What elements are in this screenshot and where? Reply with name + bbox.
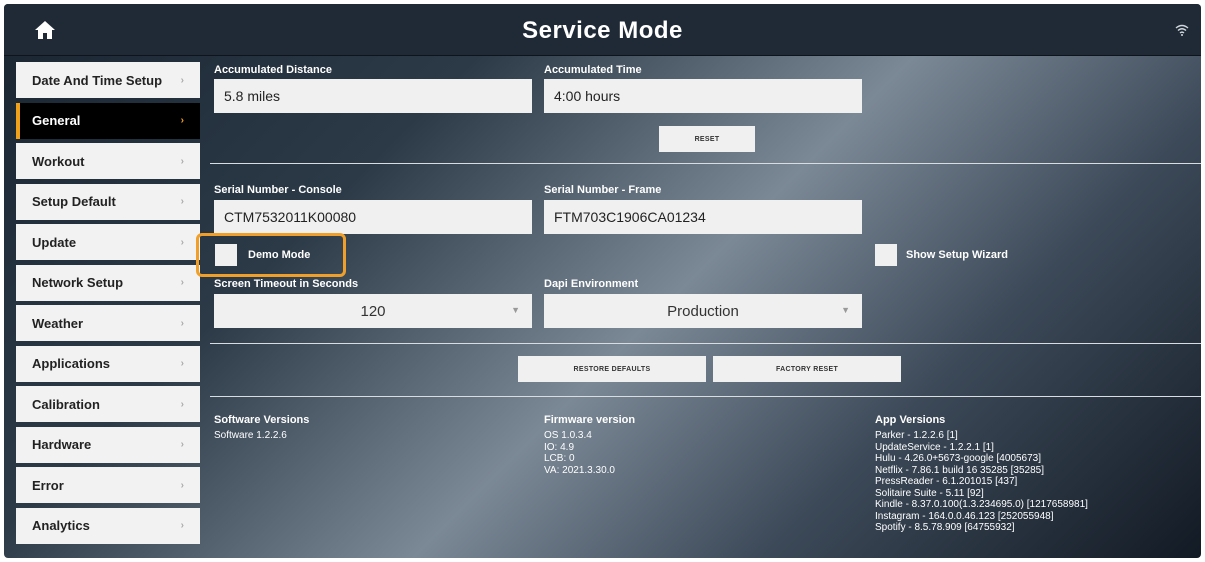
- sidebar-item-label: Weather: [32, 315, 84, 331]
- divider: [210, 343, 1201, 344]
- version-line: Instagram - 164.0.0.46.123 [252055948]: [875, 510, 1054, 522]
- sidebar-item-label: Network Setup: [32, 275, 124, 290]
- sidebar-item-label: Hardware: [32, 437, 92, 452]
- version-line: Netflix - 7.86.1 build 16 35285 [35285]: [875, 464, 1045, 476]
- sidebar-item-general[interactable]: General ›: [16, 102, 200, 139]
- sidebar-item-label: Setup Default: [32, 194, 116, 209]
- sidebar-item-error[interactable]: Error ›: [16, 467, 200, 503]
- chevron-right-icon: ›: [180, 236, 184, 248]
- app-versions-list: Parker - 1.2.2.6 [1] UpdateService - 1.2.…: [875, 430, 1088, 534]
- sidebar-item-applications[interactable]: Applications ›: [16, 345, 200, 382]
- chevron-right-icon: ›: [180, 479, 184, 491]
- serial-frame-label: Serial Number - Frame: [544, 184, 662, 196]
- version-line: VA: 2021.3.30.0: [544, 464, 615, 476]
- sidebar-item-analytics[interactable]: Analytics ›: [16, 507, 200, 544]
- version-line: Kindle - 8.37.0.100(1.3.234695.0) [12176…: [875, 499, 1088, 510]
- screen-timeout-label: Screen Timeout in Seconds: [214, 278, 359, 290]
- serial-console-label: Serial Number - Console: [214, 184, 342, 196]
- chevron-right-icon: ›: [180, 520, 184, 531]
- firmware-version-list: OS 1.0.3.4 IO: 4.9 LCB: 0 VA: 2021.3.30.0: [544, 430, 615, 476]
- version-line: Solitaire Suite - 5.11 [92]: [875, 487, 984, 499]
- dapi-environment-label: Dapi Environment: [544, 278, 639, 290]
- screen-timeout-value: 120: [360, 302, 386, 320]
- serial-frame-field[interactable]: FTM703C1906CA01234: [544, 200, 862, 234]
- sidebar-item-setup-default[interactable]: Setup Default ›: [16, 183, 200, 220]
- version-line: IO: 4.9: [544, 441, 575, 453]
- sidebar-item-weather[interactable]: Weather ›: [16, 305, 200, 341]
- sidebar-item-workout[interactable]: Workout ›: [16, 143, 200, 179]
- dapi-environment-select[interactable]: Production ▼: [544, 294, 862, 328]
- top-bar: Service Mode: [4, 4, 1201, 56]
- chevron-down-icon: ▼: [841, 305, 850, 315]
- software-versions-title: Software Versions: [214, 414, 310, 426]
- accumulated-distance-label: Accumulated Distance: [214, 64, 332, 76]
- app-versions-title: App Versions: [875, 414, 946, 426]
- chevron-right-icon: ›: [180, 277, 184, 288]
- sidebar-item-update[interactable]: Update ›: [16, 224, 200, 260]
- wifi-icon: [1175, 24, 1189, 36]
- sidebar-item-label: General: [32, 113, 81, 128]
- chevron-right-icon: ›: [180, 358, 184, 369]
- demo-mode-highlight: [196, 233, 346, 277]
- chevron-right-icon: ›: [180, 74, 184, 86]
- software-versions-list: Software 1.2.2.6: [214, 430, 287, 442]
- chevron-down-icon: ▼: [511, 305, 520, 315]
- version-line: UpdateService - 1.2.2.1 [1]: [875, 441, 994, 453]
- sidebar-item-label: Calibration: [32, 396, 100, 412]
- version-line: Parker - 1.2.2.6 [1]: [875, 430, 958, 441]
- accumulated-distance-field[interactable]: 5.8 miles: [214, 79, 532, 113]
- dapi-environment-value: Production: [667, 302, 739, 320]
- factory-reset-button[interactable]: FACTORY RESET: [713, 356, 901, 382]
- divider: [210, 396, 1201, 397]
- sidebar: Date And Time Setup › General › Workout › Setu…: [16, 62, 200, 548]
- chevron-right-icon: ›: [180, 115, 184, 126]
- sidebar-item-label: Error: [32, 477, 64, 493]
- reset-button[interactable]: RESET: [659, 126, 755, 152]
- version-line: Spotify - 8.5.78.909 [64755932]: [875, 522, 1015, 533]
- version-line: LCB: 0: [544, 453, 575, 464]
- service-mode-screen: Service Mode Date And Time Setup › General…: [4, 4, 1201, 558]
- show-setup-wizard-checkbox[interactable]: [875, 244, 897, 266]
- firmware-version-title: Firmware version: [544, 414, 636, 426]
- version-line: Software 1.2.2.6: [214, 430, 287, 441]
- screen-timeout-select[interactable]: 120 ▼: [214, 294, 532, 328]
- version-line: Hulu - 4.26.0+5673-google [4005673]: [875, 453, 1041, 464]
- show-setup-wizard-label: Show Setup Wizard: [906, 249, 1008, 261]
- sidebar-item-date-and-time-setup[interactable]: Date And Time Setup ›: [16, 62, 200, 98]
- sidebar-item-calibration[interactable]: Calibration ›: [16, 386, 200, 422]
- divider: [210, 163, 1201, 164]
- version-line: OS 1.0.3.4: [544, 430, 592, 441]
- sidebar-item-label: Update: [32, 234, 77, 250]
- sidebar-item-label: Applications: [32, 356, 111, 371]
- chevron-right-icon: ›: [180, 439, 184, 450]
- sidebar-item-label: Analytics: [32, 518, 90, 533]
- chevron-right-icon: ›: [180, 155, 184, 167]
- chevron-right-icon: ›: [180, 317, 184, 329]
- chevron-right-icon: ›: [180, 196, 184, 207]
- sidebar-item-network-setup[interactable]: Network Setup ›: [16, 264, 200, 301]
- version-line: PressReader - 6.1.201015 [437]: [875, 476, 1018, 487]
- accumulated-time-label: Accumulated Time: [544, 64, 642, 76]
- serial-console-field[interactable]: CTM7532011K00080: [214, 200, 532, 234]
- chevron-right-icon: ›: [180, 398, 184, 410]
- sidebar-item-label: Date And Time Setup: [32, 72, 163, 88]
- accumulated-time-field[interactable]: 4:00 hours: [544, 79, 862, 113]
- sidebar-item-hardware[interactable]: Hardware ›: [16, 426, 200, 463]
- sidebar-item-label: Workout: [32, 153, 85, 169]
- restore-defaults-button[interactable]: RESTORE DEFAULTS: [518, 356, 706, 382]
- page-title: Service Mode: [522, 17, 683, 44]
